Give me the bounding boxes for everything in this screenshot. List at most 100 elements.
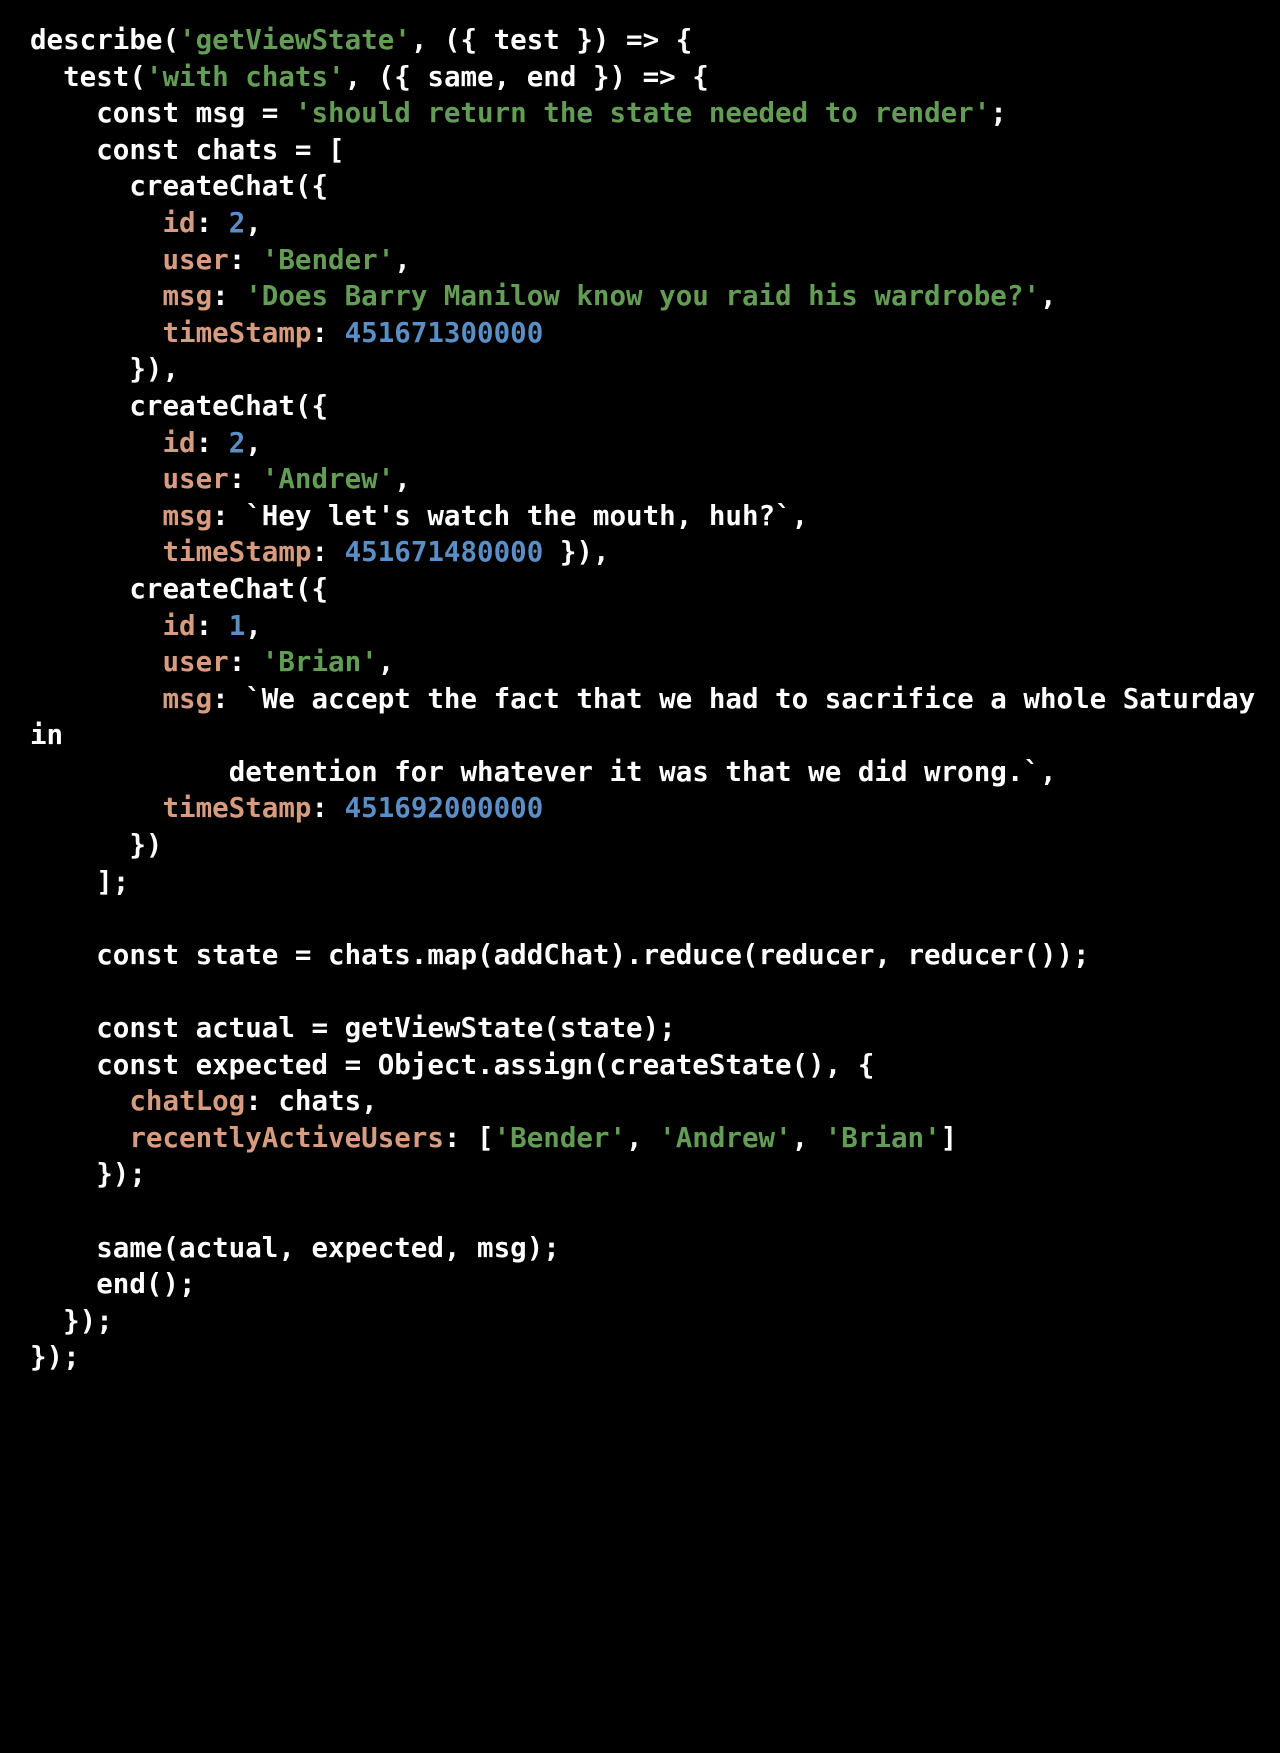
code-token-punct: : [212,499,246,532]
code-line: msg: `We accept the fact that we had to … [30,681,1262,754]
code-token-key: id [162,206,196,239]
code-token-string: 'Andrew' [659,1121,792,1154]
code-token-plain: }) [30,829,163,862]
code-token-key: timeStamp [162,536,312,569]
code-line: user: 'Andrew', [30,461,1262,498]
code-token-punct: : [311,316,345,349]
code-token-punct: , [245,426,262,459]
code-token-punct: : [195,206,229,239]
code-token-plain: createChat({ [30,389,329,422]
code-token-punct: , [626,1121,660,1154]
code-token-string: 'with chats' [145,60,345,93]
code-token-key: user [162,646,229,679]
code-token-plain: }); [30,1158,146,1191]
code-token-punct: : chats, [245,1085,378,1118]
code-line: id: 2, [30,205,1262,242]
code-line: id: 2, [30,425,1262,462]
code-line: user: 'Brian', [30,644,1262,681]
code-token-key: id [162,426,196,459]
code-token-number: 451671300000 [344,316,544,349]
code-token-punct: : [195,426,229,459]
code-token-number: 2 [228,426,246,459]
code-token-plain: detention for whatever it was that we di… [30,755,1057,788]
code-block[interactable]: describe('getViewState', ({ test }) => {… [0,0,1280,1753]
code-line: createChat({ [30,388,1262,425]
code-line: }) [30,827,1262,864]
code-line: user: 'Bender', [30,242,1262,279]
code-token-plain: const chats = [ [30,133,345,166]
code-line [30,900,1262,937]
code-token-key: msg [162,280,213,313]
code-token-key: recentlyActiveUsers [129,1121,444,1154]
code-line: test('with chats', ({ same, end }) => { [30,59,1262,96]
code-line: }), [30,351,1262,388]
code-token-string: 'Does Barry Manilow know you raid his wa… [245,280,1040,313]
code-token-punct: : [311,536,345,569]
code-line: }); [30,1303,1262,1340]
code-token-punct: : [228,243,262,276]
code-token-plain: }), [543,536,610,569]
code-token-string: 'Bender' [493,1121,627,1154]
code-token-punct: , [377,646,395,679]
code-line: const chats = [ [30,132,1262,169]
code-line: describe('getViewState', ({ test }) => { [30,22,1262,59]
code-line: msg: `Hey let's watch the mouth, huh?`, [30,498,1262,535]
code-token-plain: }); [30,1341,80,1374]
code-token-key: timeStamp [162,316,312,349]
code-token-string: 'getViewState' [179,24,411,56]
code-line: createChat({ [30,168,1262,205]
code-token-punct: : [ [443,1121,494,1154]
code-token-string: 'Brian' [824,1121,941,1154]
code-token-punct: , [394,463,411,496]
code-line: recentlyActiveUsers: ['Bender', 'Andrew'… [30,1120,1262,1157]
code-token-key: msg [162,682,213,715]
code-token-plain: const state = chats.map(addChat).reduce(… [30,938,1090,971]
code-line: timeStamp: 451692000000 [30,790,1262,827]
code-token-key: user [162,463,229,496]
code-line: msg: 'Does Barry Manilow know you raid h… [30,278,1262,315]
code-token-plain: createChat({ [30,572,329,605]
code-token-plain: const actual = getViewState(state); [30,1012,676,1045]
code-token-punct: , [791,1121,825,1154]
code-token-key: timeStamp [162,792,312,825]
code-token-plain: ; [990,97,1007,130]
code-line: }); [30,1156,1262,1193]
code-token-plain: same(actual, expected, msg); [30,1231,560,1264]
code-token-plain: `Hey let's watch the mouth, huh?`, [245,499,809,532]
code-token-key: id [162,609,196,642]
code-token-punct: , [1039,280,1057,313]
code-line: const state = chats.map(addChat).reduce(… [30,937,1262,974]
code-line [30,1193,1262,1230]
code-token-number: 2 [228,206,246,239]
code-token-plain: describe( [30,24,180,56]
code-token-punct: ] [940,1121,958,1154]
code-token-punct: , [245,206,262,239]
code-token-punct: : [212,280,246,313]
code-token-plain: }), [30,353,180,386]
code-line: timeStamp: 451671480000 }), [30,534,1262,571]
code-token-number: 451671480000 [344,536,544,569]
code-token-plain: const msg = [30,97,295,130]
code-line: end(); [30,1266,1262,1303]
code-token-string: 'Bender' [261,243,395,276]
code-token-plain: const expected = Object.assign(createSta… [30,1048,875,1081]
code-token-plain: , ({ same, end }) => { [344,60,709,93]
code-token-key: msg [162,499,213,532]
code-token-string: 'Brian' [261,646,378,679]
code-line: const msg = 'should return the state nee… [30,95,1262,132]
code-token-punct: , [394,243,411,276]
code-token-string: 'Andrew' [261,463,395,496]
